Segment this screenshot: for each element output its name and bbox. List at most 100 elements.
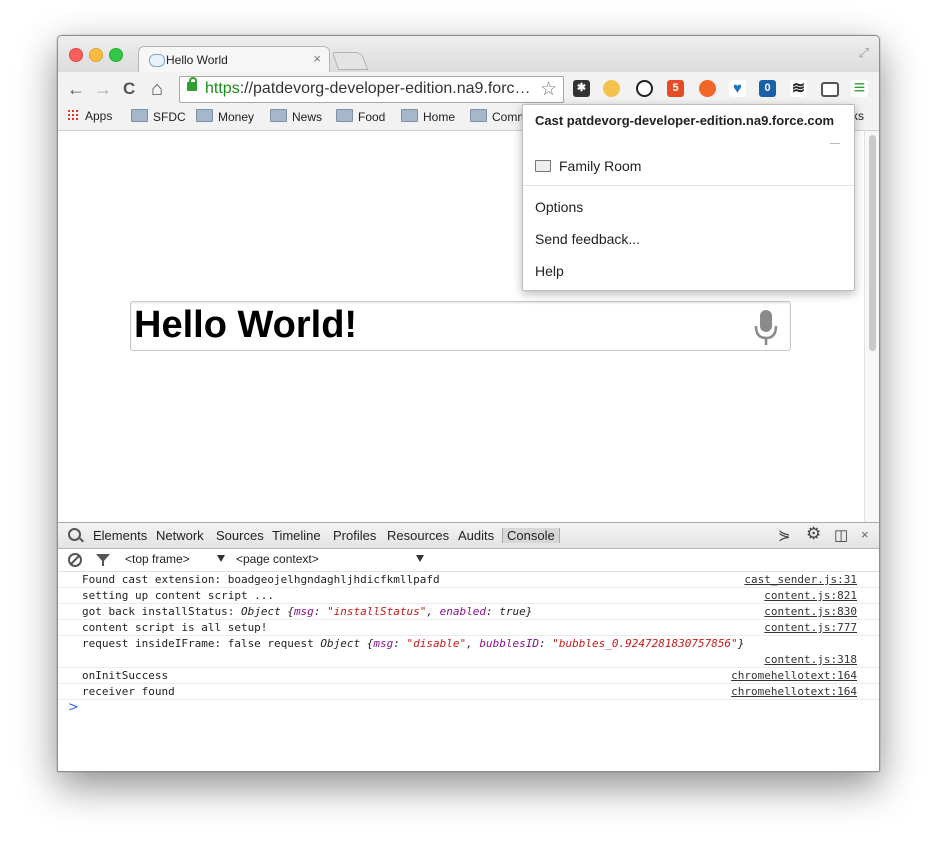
back-button[interactable]: ← xyxy=(67,78,85,100)
apps-grid-icon xyxy=(67,109,79,121)
html5-extension-icon[interactable]: 5 xyxy=(667,80,684,97)
speech-input[interactable]: Hello World! xyxy=(130,301,791,351)
bookmark-folder[interactable]: Food xyxy=(336,109,385,124)
fullscreen-icon[interactable]: ⤢ xyxy=(859,45,869,61)
filter-icon[interactable] xyxy=(96,554,110,566)
maximize-window-button[interactable] xyxy=(109,48,123,62)
log-row: content script is all setup! content.js:… xyxy=(58,620,879,636)
log-row: setting up content script ... content.js… xyxy=(58,588,879,604)
chevron-down-icon[interactable] xyxy=(217,555,225,562)
url-text: https://patdevorg-developer-edition.na9.… xyxy=(205,80,531,97)
folder-icon xyxy=(131,109,148,122)
tab-elements[interactable]: Elements xyxy=(93,528,147,543)
menu-item-help[interactable]: Help xyxy=(535,263,564,279)
gear-icon[interactable]: ⚙ xyxy=(806,524,821,544)
tab-timeline[interactable]: Timeline xyxy=(272,528,321,543)
bookmark-star-icon[interactable]: ☆ xyxy=(540,78,557,101)
minimize-window-button[interactable] xyxy=(89,48,103,62)
bookmark-folder[interactable]: News xyxy=(270,109,322,124)
log-message: setting up content script ... xyxy=(82,589,275,602)
context-select[interactable]: <page context> xyxy=(236,552,319,566)
log-message: content script is all setup! xyxy=(82,621,268,634)
tab-title: Hello World xyxy=(166,53,228,67)
folder-icon xyxy=(196,109,213,122)
tab-console[interactable]: Console xyxy=(502,528,560,543)
chevron-down-icon[interactable] xyxy=(416,555,424,562)
log-source-link[interactable]: cast_sender.js:31 xyxy=(744,572,857,587)
log-source-link[interactable]: content.js:777 xyxy=(764,620,857,635)
console-prompt-row[interactable]: > xyxy=(58,700,879,718)
console-filter-bar: <top frame> <page context> xyxy=(58,549,879,572)
sync-extension-icon[interactable] xyxy=(636,80,653,97)
tab-resources[interactable]: Resources xyxy=(387,528,449,543)
log-source-link[interactable]: content.js:318 xyxy=(764,652,857,667)
log-message: request insideIFrame: false request Obje… xyxy=(82,637,745,650)
folder-icon xyxy=(401,109,418,122)
console-log: Found cast extension: boadgeojelhgndaghl… xyxy=(58,572,879,718)
forward-button[interactable]: → xyxy=(94,78,112,100)
home-button[interactable]: ⌂ xyxy=(151,78,163,100)
asterisk-extension-icon[interactable]: ✱ xyxy=(573,80,590,97)
menu-divider xyxy=(830,143,840,144)
address-bar[interactable]: https://patdevorg-developer-edition.na9.… xyxy=(179,76,564,103)
menu-item-options[interactable]: Options xyxy=(535,199,583,215)
lock-icon xyxy=(187,77,197,91)
browser-tab[interactable]: Hello World × xyxy=(138,46,330,73)
bookmark-folder[interactable]: Comm xyxy=(470,109,527,124)
frame-select[interactable]: <top frame> xyxy=(125,552,190,566)
log-source-link[interactable]: content.js:830 xyxy=(764,604,857,619)
bookmark-folder[interactable]: SFDC xyxy=(131,109,186,124)
log-source-link[interactable]: chromehellotext:164 xyxy=(731,668,857,683)
log-message: receiver found xyxy=(82,685,175,698)
close-window-button[interactable] xyxy=(69,48,83,62)
folder-icon xyxy=(470,109,487,122)
scrollbar-thumb[interactable] xyxy=(869,135,876,351)
cast-menu: Cast patdevorg-developer-edition.na9.for… xyxy=(522,104,855,291)
flame-extension-icon[interactable] xyxy=(699,80,716,97)
dock-icon[interactable]: ◫ xyxy=(834,526,848,544)
face-extension-icon[interactable] xyxy=(603,80,620,97)
tab-close-icon[interactable]: × xyxy=(313,51,321,66)
cast-icon[interactable] xyxy=(821,82,839,97)
log-row: request insideIFrame: false request Obje… xyxy=(58,636,879,668)
log-row: got back installStatus: Object {msg: "in… xyxy=(58,604,879,620)
devtools-panel: Elements Network Sources Timeline Profil… xyxy=(58,522,879,771)
log-message: got back installStatus: Object {msg: "in… xyxy=(82,605,533,618)
close-icon[interactable]: × xyxy=(861,527,869,542)
bookmark-apps[interactable]: Apps xyxy=(67,109,112,123)
menu-icon[interactable]: ≡ xyxy=(851,78,868,98)
menu-item-send-feedback[interactable]: Send feedback... xyxy=(535,231,640,247)
devtools-tab-bar: Elements Network Sources Timeline Profil… xyxy=(58,523,879,549)
log-message: Found cast extension: boadgeojelhgndaghl… xyxy=(82,573,440,586)
search-icon[interactable] xyxy=(68,528,81,541)
title-bar: Hello World × ⤢ xyxy=(58,36,879,73)
tv-icon xyxy=(535,160,551,172)
cast-menu-title: Cast patdevorg-developer-edition.na9.for… xyxy=(535,113,835,128)
log-row: receiver found chromehellotext:164 xyxy=(58,684,879,700)
log-source-link[interactable]: chromehellotext:164 xyxy=(731,684,857,699)
speech-text: Hello World! xyxy=(134,304,358,346)
bookmark-folder[interactable]: Home xyxy=(401,109,455,124)
log-source-link[interactable]: content.js:821 xyxy=(764,588,857,603)
log-row: Found cast extension: boadgeojelhgndaghl… xyxy=(58,572,879,588)
clear-console-icon[interactable] xyxy=(68,553,82,567)
reload-button[interactable]: C xyxy=(123,78,135,100)
folder-icon xyxy=(336,109,353,122)
bookmark-folder[interactable]: Money xyxy=(196,109,254,124)
microphone-icon[interactable] xyxy=(754,310,778,346)
cloud-icon xyxy=(149,54,165,67)
counter-extension-icon[interactable]: 0 xyxy=(759,80,776,97)
heart-extension-icon[interactable]: ♥ xyxy=(729,80,746,97)
layers-extension-icon[interactable]: ≋ xyxy=(790,80,807,97)
tab-profiles[interactable]: Profiles xyxy=(333,528,376,543)
log-message: onInitSuccess xyxy=(82,669,169,682)
page-scrollbar[interactable] xyxy=(864,131,879,522)
cast-device-family-room[interactable]: Family Room xyxy=(559,158,641,174)
new-tab-button[interactable] xyxy=(331,52,369,70)
tab-audits[interactable]: Audits xyxy=(458,528,494,543)
tab-sources[interactable]: Sources xyxy=(216,528,264,543)
tab-network[interactable]: Network xyxy=(156,528,204,543)
log-row: onInitSuccess chromehellotext:164 xyxy=(58,668,879,684)
console-prompt[interactable]: > xyxy=(68,700,79,715)
console-drawer-icon[interactable]: ⋟ xyxy=(778,526,791,544)
